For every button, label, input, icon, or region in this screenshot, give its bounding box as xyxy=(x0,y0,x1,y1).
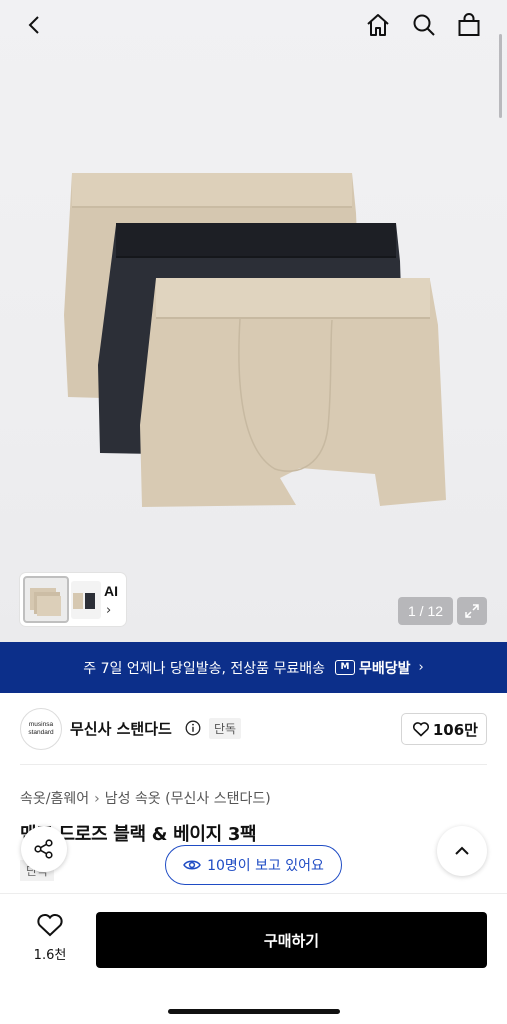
wishlist-count: 1.6천 xyxy=(33,948,67,963)
home-icon[interactable] xyxy=(363,10,393,40)
wishlist-button[interactable]: 1.6천 xyxy=(20,912,80,972)
brand-row: musinsa standard 무신사 스탠다드 단독 106만 xyxy=(20,708,487,750)
bottom-action-bar: 1.6천 구매하기 xyxy=(0,893,507,1024)
breadcrumb-level1[interactable]: 속옷/홈웨어 xyxy=(20,791,89,807)
viewers-text: 10명이 보고 있어요 xyxy=(207,858,324,874)
chevron-up-icon xyxy=(455,846,469,855)
viewers-badge: 10명이 보고 있어요 xyxy=(165,845,342,885)
product-image-area[interactable]: AI › 1 / 12 xyxy=(0,0,507,642)
back-icon[interactable] xyxy=(20,10,50,40)
breadcrumb-level2[interactable]: 남성 속옷 (무신사 스탠다드) xyxy=(105,791,271,807)
product-image xyxy=(64,173,446,507)
home-indicator xyxy=(168,1009,340,1014)
ai-label: AI xyxy=(104,583,118,599)
scrollbar xyxy=(499,34,502,118)
search-icon[interactable] xyxy=(409,10,439,40)
thumbnail-image-2[interactable] xyxy=(71,581,101,619)
share-button[interactable] xyxy=(21,826,67,872)
brand-like-button[interactable]: 106만 xyxy=(400,713,487,745)
eye-icon xyxy=(183,860,201,870)
breadcrumb: 속옷/홈웨어 › 남성 속옷 (무신사 스탠다드) xyxy=(20,788,271,808)
scroll-to-top-button[interactable] xyxy=(437,826,487,876)
ai-thumbnail-strip[interactable]: AI › xyxy=(20,573,126,626)
chevron-right-icon: › xyxy=(418,660,424,675)
brand-name[interactable]: 무신사 스탠다드 xyxy=(70,718,172,739)
buy-button[interactable]: 구매하기 xyxy=(96,912,487,968)
like-count: 106만 xyxy=(432,720,478,739)
free-delivery-label: M 무배당발 xyxy=(334,658,411,678)
brand-logo[interactable]: musinsa standard xyxy=(20,708,62,750)
heart-icon xyxy=(37,913,63,937)
chevron-right-icon: › xyxy=(106,603,112,618)
divider xyxy=(20,764,487,765)
expand-icon[interactable] xyxy=(457,597,487,625)
shopping-bag-icon[interactable] xyxy=(454,10,484,40)
truck-icon: M xyxy=(334,660,355,675)
exclusive-badge: 단독 xyxy=(209,718,242,739)
heart-icon xyxy=(412,722,429,737)
info-icon[interactable] xyxy=(185,720,201,740)
image-counter: 1 / 12 xyxy=(398,597,454,625)
chevron-right-icon: › xyxy=(94,791,100,807)
thumbnail-image[interactable] xyxy=(23,576,69,623)
brand-logo-line2: standard xyxy=(28,729,54,736)
share-icon xyxy=(34,839,53,859)
brand-logo-line1: musinsa xyxy=(28,721,54,728)
delivery-banner[interactable]: 주 7일 언제나 당일발송, 전상품 무료배송 M 무배당발 › xyxy=(0,642,507,693)
banner-text: 주 7일 언제나 당일발송, 전상품 무료배송 xyxy=(83,660,325,677)
free-delivery-text: 무배당발 xyxy=(358,660,411,677)
